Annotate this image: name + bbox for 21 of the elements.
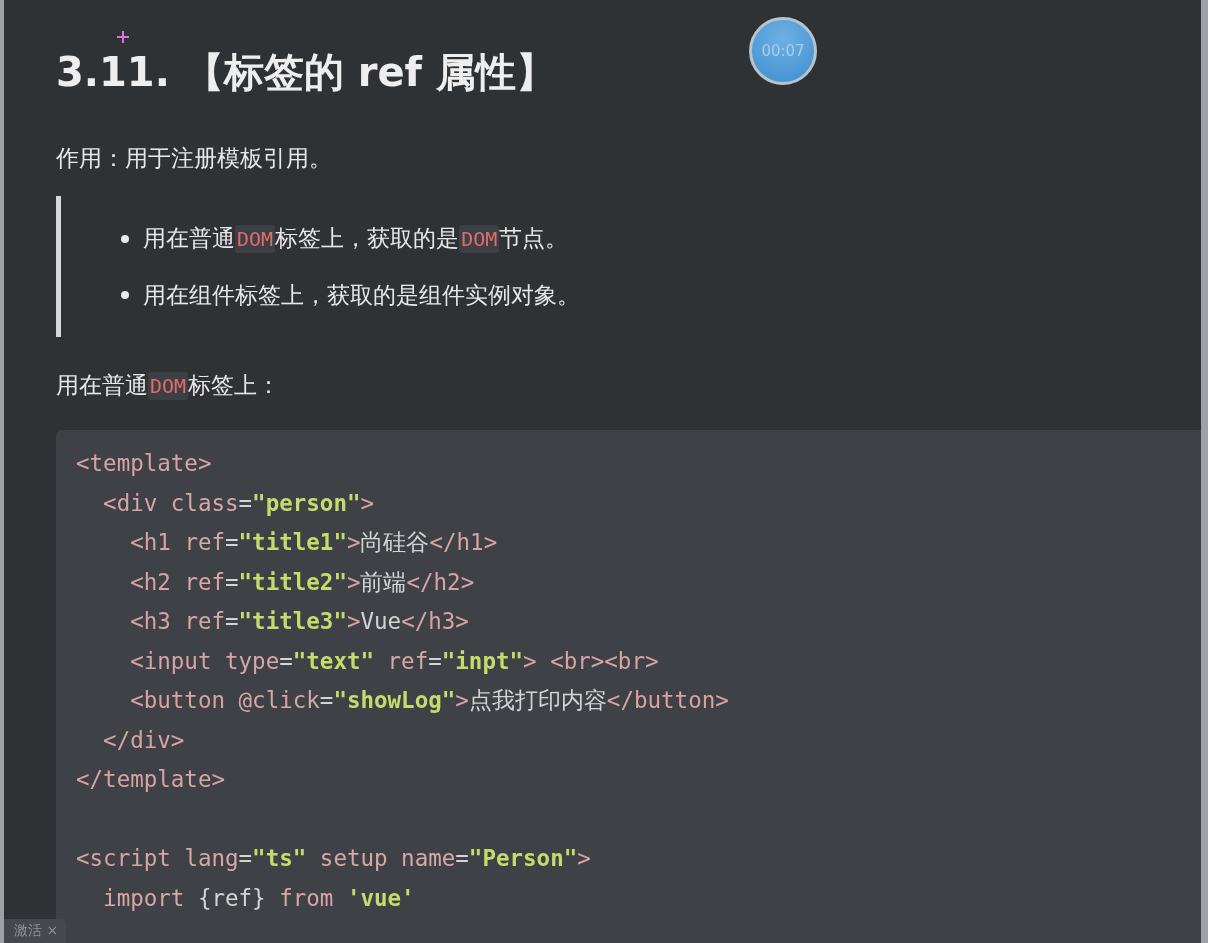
code-line: </template>	[76, 765, 226, 794]
intro-text: 作用：用于注册模板引用。	[56, 144, 333, 173]
bullet-icon	[121, 291, 129, 299]
code-line: <script lang="ts" setup name="Person">	[76, 844, 592, 873]
code-line: <h2 ref="title2">前端</h2>	[129, 567, 476, 597]
code-line: <h3 ref="title3">Vue</h3>	[129, 607, 470, 636]
code-line: <template>	[76, 449, 213, 478]
timer-badge[interactable]: 00:07	[749, 17, 817, 85]
code-line: <div class="person">	[102, 488, 376, 518]
bullet-text: 用在组件标签上，获取的是组件实例对象。	[143, 281, 580, 310]
code-line: <button @click="showLog">点我打印内容</button>	[129, 686, 730, 715]
code-line: import {ref} from 'vue'	[102, 883, 416, 913]
code-line: </div>	[102, 725, 186, 755]
bullet-icon	[121, 234, 129, 243]
bullet-text: 用在普通DOM标签上，获取的是DOM节点。	[143, 224, 569, 255]
code-line: <h1 ref="title1">尚硅谷</h1>	[129, 528, 499, 557]
bottom-tab[interactable]: 激活 ×	[4, 919, 67, 943]
code-line: <input type="text" ref="inpt"> <br><br>	[129, 646, 660, 676]
cursor-icon	[117, 31, 129, 43]
subheading-text: 用在普通DOM标签上：	[56, 372, 281, 398]
section-heading: 3.11. 【标签的 ref 属性】	[56, 48, 556, 97]
